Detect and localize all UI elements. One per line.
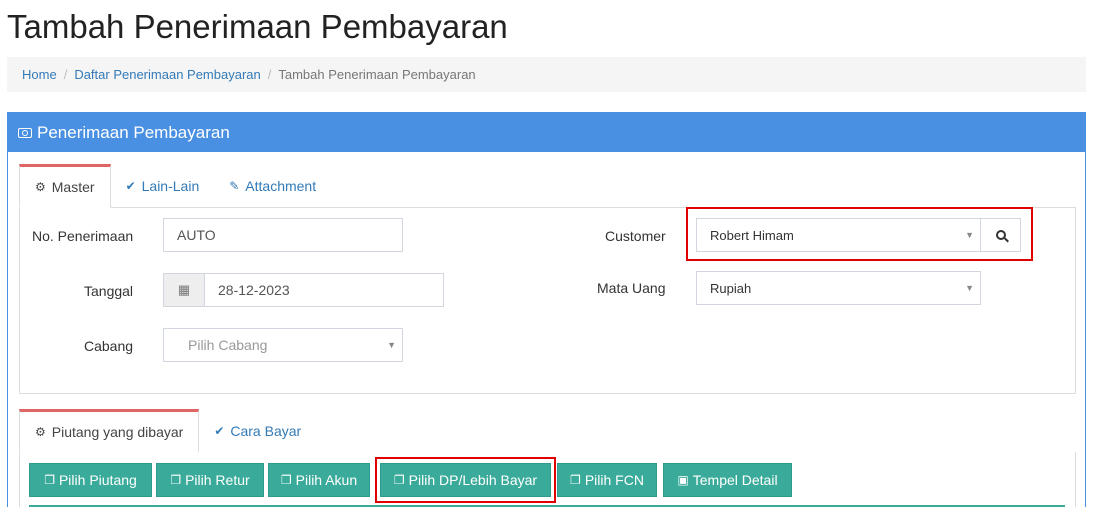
tempel-detail-button[interactable]: ▣ Tempel Detail (663, 463, 792, 497)
customer-select[interactable]: Robert Himam ▼ (696, 218, 981, 252)
copy-icon: ❐ (44, 473, 55, 487)
master-tabs: ⚙ Master ✔ Lain-Lain ✎ Attachment (19, 164, 331, 208)
tanggal-value: 28-12-2023 (218, 282, 290, 298)
tab-lain-lain[interactable]: ✔ Lain-Lain (111, 164, 215, 208)
breadcrumb-separator: / (63, 67, 68, 82)
gears-icon: ⚙ (35, 425, 46, 439)
button-label: Pilih FCN (584, 472, 644, 488)
tab-attachment[interactable]: ✎ Attachment (214, 164, 331, 208)
tab-cara-bayar[interactable]: ✔ Cara Bayar (199, 409, 316, 453)
panel-heading: Penerimaan Pembayaran (8, 113, 1085, 152)
no-penerimaan-input[interactable]: AUTO (163, 218, 403, 252)
chevron-down-icon: ▼ (387, 340, 396, 350)
customer-value: Robert Himam (710, 227, 794, 243)
tab-label: Cara Bayar (230, 423, 302, 439)
breadcrumb-separator: / (267, 67, 272, 82)
check-circle-icon: ✔ (125, 179, 136, 193)
customer-label: Customer (605, 228, 666, 244)
payment-receipt-panel: Penerimaan Pembayaran ⚙ Master ✔ Lain-La… (7, 112, 1086, 507)
no-penerimaan-label: No. Penerimaan (32, 228, 134, 244)
chevron-down-icon: ▼ (965, 283, 974, 293)
calendar-icon: ▦ (164, 274, 205, 306)
gears-icon: ⚙ (35, 180, 46, 194)
breadcrumb-home-link[interactable]: Home (22, 67, 57, 82)
cabang-select[interactable]: Pilih Cabang ▼ (163, 328, 403, 362)
button-label: Pilih Akun (295, 472, 358, 488)
mata-uang-value: Rupiah (710, 280, 752, 296)
tab-label: Piutang yang dibayar (51, 424, 184, 440)
mata-uang-label: Mata Uang (597, 280, 666, 296)
copy-icon: ❐ (393, 473, 405, 487)
page-title: Tambah Penerimaan Pembayaran (7, 8, 508, 45)
search-icon (995, 230, 1006, 240)
copy-icon: ❐ (170, 473, 182, 487)
copy-icon: ❐ (280, 473, 292, 487)
detail-tabs: ⚙ Piutang yang dibayar ✔ Cara Bayar (19, 409, 316, 453)
master-tab-body: No. Penerimaan AUTO Tanggal ▦ 28-12-2023… (19, 207, 1076, 394)
tab-piutang-yang-dibayar[interactable]: ⚙ Piutang yang dibayar (19, 409, 200, 453)
button-label: Pilih Piutang (58, 472, 137, 488)
mata-uang-select[interactable]: Rupiah ▼ (696, 271, 981, 305)
pilih-akun-button[interactable]: ❐ Pilih Akun (268, 463, 370, 497)
paperclip-icon: ✎ (229, 179, 240, 193)
chevron-down-icon: ▼ (965, 230, 974, 240)
cabang-label: Cabang (84, 338, 134, 354)
breadcrumb-current: Tambah Penerimaan Pembayaran (278, 67, 476, 82)
copy-icon: ❐ (570, 473, 581, 487)
pilih-retur-button[interactable]: ❐ Pilih Retur (156, 463, 264, 497)
check-circle-icon: ✔ (214, 424, 225, 438)
pilih-fcn-button[interactable]: ❐ Pilih FCN (557, 463, 657, 497)
button-label: Pilih DP/Lebih Bayar (408, 472, 538, 488)
button-label: Pilih Retur (185, 472, 250, 488)
customer-search-button[interactable] (980, 218, 1021, 252)
button-label: Tempel Detail (692, 472, 778, 488)
pilih-piutang-button[interactable]: ❐ Pilih Piutang (29, 463, 152, 497)
paste-icon: ▣ (677, 473, 689, 487)
breadcrumb: Home / Daftar Penerimaan Pembayaran / Tambah… (7, 57, 1086, 92)
panel-title: Penerimaan Pembayaran (37, 122, 230, 142)
money-icon (18, 127, 32, 138)
no-penerimaan-value: AUTO (177, 227, 216, 243)
tanggal-input[interactable]: ▦ 28-12-2023 (163, 273, 444, 307)
cabang-placeholder: Pilih Cabang (188, 337, 268, 353)
tab-label: Attachment (245, 178, 317, 194)
breadcrumb-list-link[interactable]: Daftar Penerimaan Pembayaran (74, 67, 260, 82)
pilih-dp-lebih-bayar-button[interactable]: ❐ Pilih DP/Lebih Bayar (380, 463, 551, 497)
tab-label: Lain-Lain (141, 178, 200, 194)
tab-label: Master (51, 179, 95, 195)
tab-master[interactable]: ⚙ Master (19, 164, 111, 208)
tanggal-label: Tanggal (84, 283, 134, 299)
